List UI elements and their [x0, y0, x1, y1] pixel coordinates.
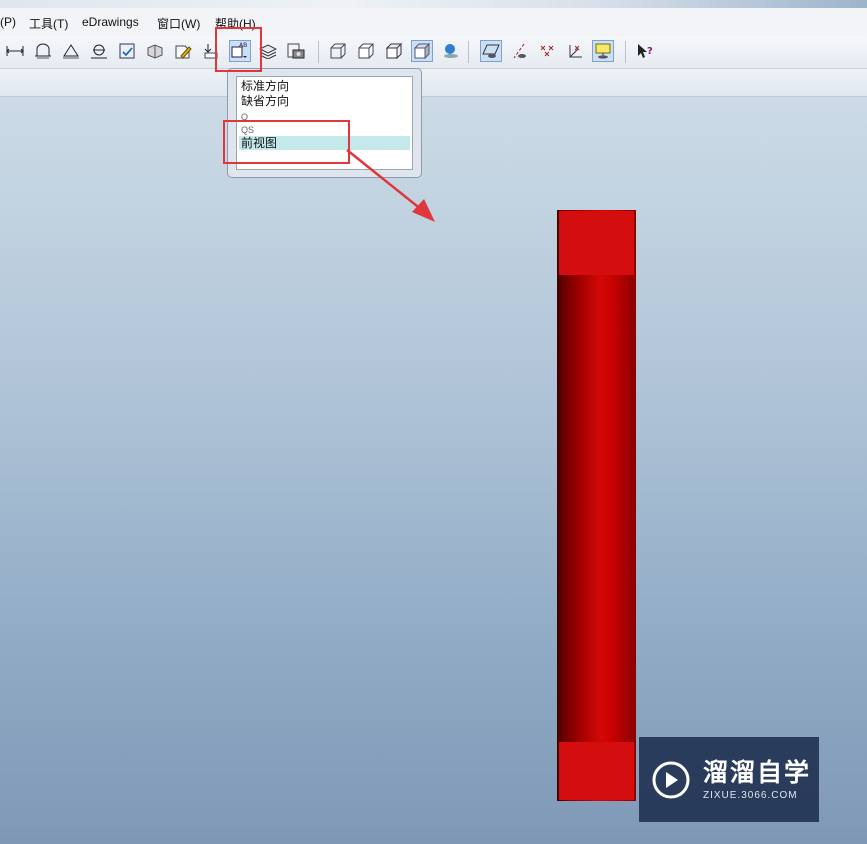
watermark-title: 溜溜自学	[703, 758, 812, 787]
play-logo-icon	[652, 761, 690, 798]
watermark: 溜溜自学 ZIXUE.3066.COM	[639, 737, 819, 822]
annotation-arrow	[346, 149, 435, 222]
watermark-url: ZIXUE.3066.COM	[703, 789, 798, 801]
